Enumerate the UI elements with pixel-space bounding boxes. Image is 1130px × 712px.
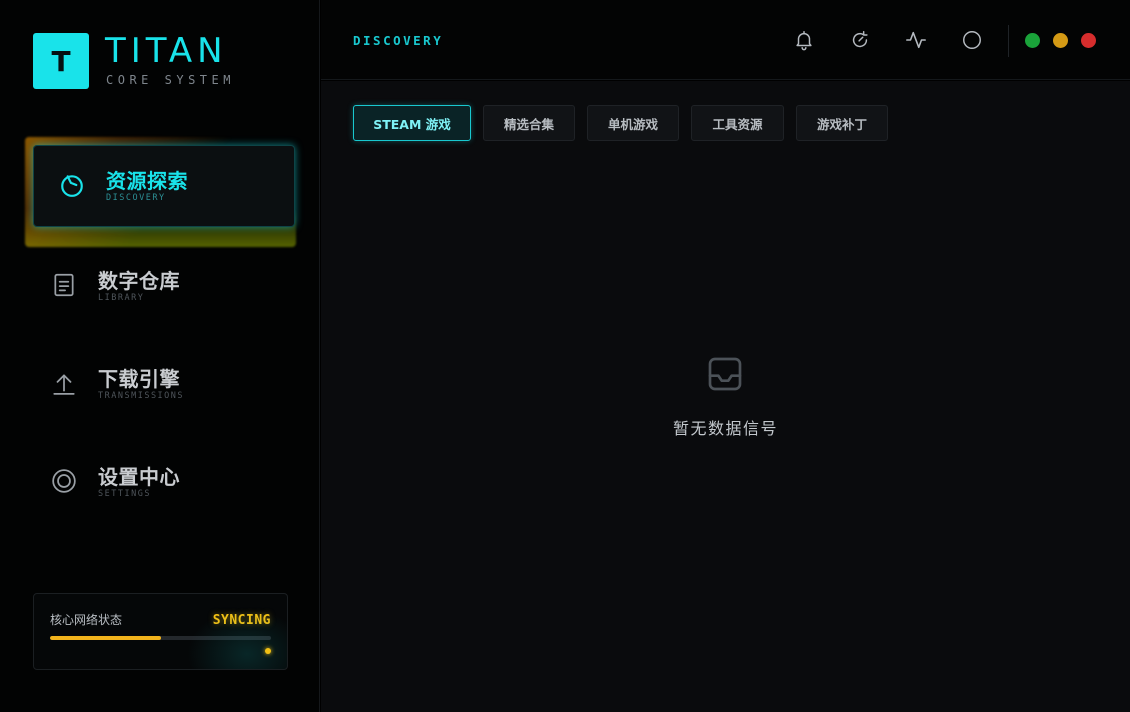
bell-icon[interactable] [793, 29, 815, 51]
network-status-card: 核心网络状态 SYNCING [33, 593, 288, 670]
circle-icon[interactable] [961, 29, 983, 51]
tab-single-player[interactable]: 单机游戏 [587, 105, 679, 141]
sidebar-item-sublabel: TRANSMISSIONS [98, 391, 185, 401]
sidebar-item-library[interactable]: 数字仓库 LIBRARY [33, 245, 295, 327]
sidebar-item-sublabel: SETTINGS [98, 489, 151, 499]
sidebar-item-discovery[interactable]: 资源探索 DISCOVERY [33, 145, 295, 227]
page-title: DISCOVERY [353, 33, 444, 48]
main-content: STEAM 游戏 精选合集 单机游戏 工具资源 游戏补丁 暂无数据信号 [321, 81, 1130, 712]
minimize-button[interactable] [1053, 33, 1068, 48]
sidebar-item-label: 设置中心 [98, 465, 180, 489]
network-progress-fill [50, 636, 161, 640]
upload-icon [53, 374, 75, 395]
tab-tools[interactable]: 工具资源 [691, 105, 784, 141]
sidebar-item-label: 资源探索 [106, 169, 188, 193]
toolbar-divider [1008, 25, 1009, 57]
target-icon [52, 469, 76, 493]
status-indicator-dot [265, 648, 271, 654]
brand-logo: T [33, 33, 89, 89]
brand-title: TITAN [105, 31, 228, 71]
maximize-button[interactable] [1025, 33, 1040, 48]
sidebar-item-settings[interactable]: 设置中心 SETTINGS [33, 441, 295, 523]
compass-icon [61, 175, 83, 197]
inbox-icon [708, 357, 742, 391]
sidebar-item-transmissions[interactable]: 下载引擎 TRANSMISSIONS [33, 343, 295, 425]
tab-steam-games[interactable]: STEAM 游戏 [353, 105, 471, 141]
sidebar-item-sublabel: LIBRARY [98, 293, 145, 303]
network-status-value: SYNCING [212, 613, 271, 628]
network-status-label: 核心网络状态 [50, 613, 123, 627]
empty-state-message: 暂无数据信号 [672, 419, 778, 438]
sidebar-item-label: 下载引擎 [98, 367, 180, 391]
top-bar: DISCOVERY [321, 0, 1130, 80]
refresh-icon[interactable] [849, 29, 871, 51]
network-progress-bar [50, 636, 271, 640]
sidebar: T TITAN CORE SYSTEM 资源探索 DISCOVERY 数字仓库 … [0, 0, 320, 712]
brand-subtitle: CORE SYSTEM [106, 73, 235, 87]
sidebar-item-label: 数字仓库 [98, 269, 180, 293]
activity-icon[interactable] [905, 29, 927, 51]
sidebar-item-sublabel: DISCOVERY [106, 193, 166, 203]
tab-featured-collections[interactable]: 精选合集 [483, 105, 575, 141]
document-icon [54, 273, 74, 297]
close-button[interactable] [1081, 33, 1096, 48]
tab-game-patches[interactable]: 游戏补丁 [796, 105, 888, 141]
